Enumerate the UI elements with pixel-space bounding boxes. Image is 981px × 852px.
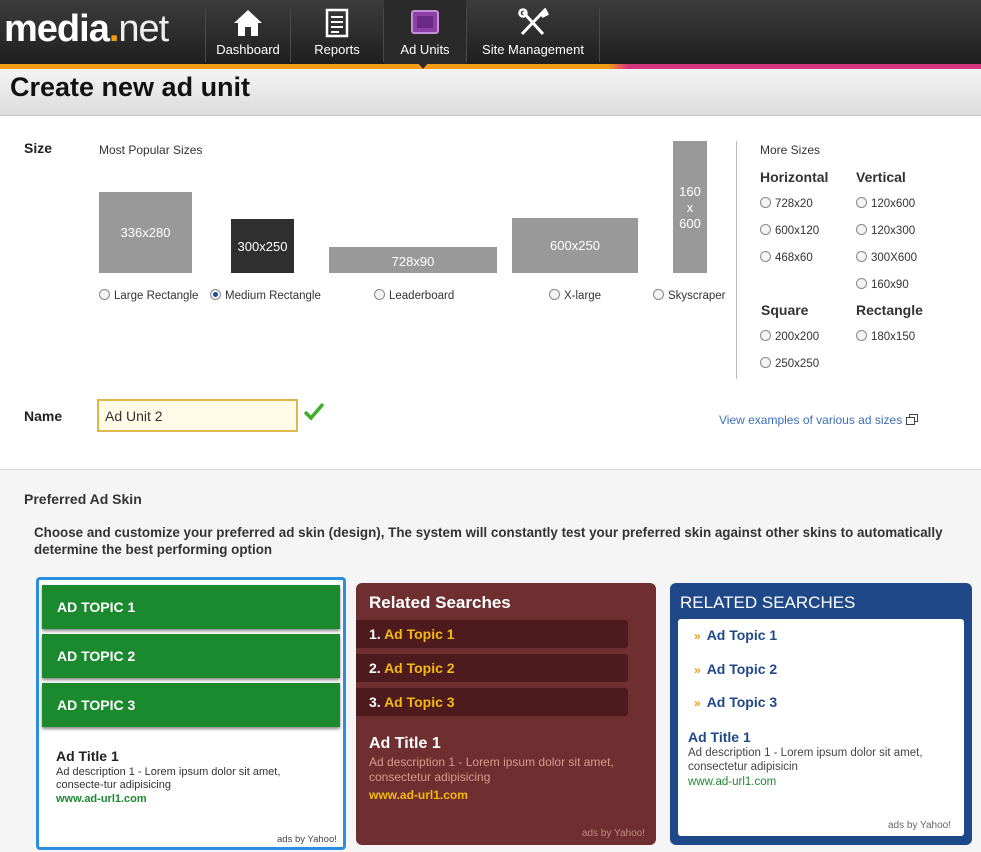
maroon-ad-title: Ad Title 1 xyxy=(369,735,441,752)
radio-button[interactable] xyxy=(549,289,560,300)
blue-ad-panel: » Ad Topic 1 » Ad Topic 2 » Ad Topic 3 Ad T… xyxy=(678,619,964,836)
radio-120x300[interactable]: 120x300 xyxy=(856,224,915,237)
home-icon xyxy=(234,10,262,36)
nav-ad-units[interactable]: Ad Units xyxy=(384,0,466,64)
blue-ad-url: www.ad-url1.com xyxy=(688,776,777,788)
green-ad-title: Ad Title 1 xyxy=(56,748,119,764)
more-sizes-label: More Sizes xyxy=(760,143,821,157)
size-label: Size xyxy=(24,140,53,156)
radio-button[interactable] xyxy=(653,289,664,300)
green-ad-topic: AD TOPIC 3 xyxy=(42,683,340,727)
maroon-ad-topic: 3. Ad Topic 3 xyxy=(356,688,628,716)
blue-ad-topic: » Ad Topic 1 xyxy=(694,627,778,643)
green-ad-topic: AD TOPIC 2 xyxy=(42,634,340,678)
size-box-160x600[interactable]: 160 x 600 xyxy=(673,141,707,273)
maroon-ad-topic: 1. Ad Topic 1 xyxy=(356,620,628,648)
blue-ad-title: Ad Title 1 xyxy=(688,729,751,745)
radio-200x200[interactable]: 200x200 xyxy=(760,330,819,343)
radio-skyscraper[interactable]: Skyscraper xyxy=(653,289,726,302)
radio-button[interactable] xyxy=(856,224,867,235)
ad-skin-blue[interactable]: RELATED SEARCHES » Ad Topic 1 » Ad Topic 2… xyxy=(670,583,972,845)
radio-button[interactable] xyxy=(374,289,385,300)
radio-button[interactable] xyxy=(856,278,867,289)
size-box-300x250[interactable]: 300x250 xyxy=(231,219,294,273)
monitor-icon xyxy=(411,10,439,34)
size-box-728x90[interactable]: 728x90 xyxy=(329,247,497,273)
nav-site-management-label: Site Management xyxy=(482,42,584,57)
radio-x-large[interactable]: X-large xyxy=(549,289,601,302)
view-examples-link[interactable]: View examples of various ad sizes xyxy=(719,413,918,427)
medianet-logo[interactable]: media.net xyxy=(4,8,169,51)
radio-button[interactable] xyxy=(760,224,771,235)
square-heading: Square xyxy=(761,302,809,318)
nav-dashboard[interactable]: Dashboard xyxy=(206,0,290,64)
document-icon xyxy=(325,8,349,38)
size-box-336x280[interactable]: 336x280 xyxy=(99,192,192,273)
rectangle-heading: Rectangle xyxy=(856,302,923,318)
green-ad-credit: ads by Yahoo! xyxy=(277,834,337,845)
nav-reports[interactable]: Reports xyxy=(291,0,383,64)
radio-250x250[interactable]: 250x250 xyxy=(760,357,819,370)
checkmark-icon xyxy=(303,402,325,421)
popular-sizes-label: Most Popular Sizes xyxy=(99,143,203,157)
radio-button[interactable] xyxy=(760,251,771,262)
maroon-ad-topic: 2. Ad Topic 2 xyxy=(356,654,628,682)
active-tab-caret xyxy=(417,62,429,69)
blue-ad-description: Ad description 1 - Lorem ipsum dolor sit… xyxy=(688,747,923,773)
vertical-heading: Vertical xyxy=(856,169,906,185)
green-ad-url: www.ad-url1.com xyxy=(56,793,147,805)
nav-dashboard-label: Dashboard xyxy=(216,42,280,57)
radio-160x90[interactable]: 160x90 xyxy=(856,278,909,291)
blue-ad-topic: » Ad Topic 3 xyxy=(694,694,778,710)
maroon-ad-url: www.ad-url1.com xyxy=(369,788,468,802)
radio-600x120[interactable]: 600x120 xyxy=(760,224,819,237)
radio-button[interactable] xyxy=(856,251,867,262)
radio-button[interactable] xyxy=(760,330,771,341)
ad-skin-maroon[interactable]: Related Searches 1. Ad Topic 1 2. Ad Top… xyxy=(356,583,656,845)
radio-button[interactable] xyxy=(856,330,867,341)
radio-728x20[interactable]: 728x20 xyxy=(760,197,813,210)
name-label: Name xyxy=(24,408,63,424)
radio-button[interactable] xyxy=(760,197,771,208)
maroon-ad-credit: ads by Yahoo! xyxy=(582,828,646,839)
radio-button[interactable] xyxy=(856,197,867,208)
radio-medium-rectangle[interactable]: Medium Rectangle xyxy=(210,289,321,302)
preferred-ad-skin-label: Preferred Ad Skin xyxy=(24,491,142,507)
radio-button[interactable] xyxy=(760,357,771,368)
nav-separator xyxy=(599,8,600,62)
radio-large-rectangle[interactable]: Large Rectangle xyxy=(99,289,198,302)
radio-300x600[interactable]: 300X600 xyxy=(856,251,917,264)
radio-120x600[interactable]: 120x600 xyxy=(856,197,915,210)
horizontal-heading: Horizontal xyxy=(760,169,829,185)
ad-skin-green[interactable]: AD TOPIC 1 AD TOPIC 2 AD TOPIC 3 Ad Titl… xyxy=(36,577,346,850)
ad-skin-description: Choose and customize your preferred ad s… xyxy=(34,525,943,557)
green-ad-topic: AD TOPIC 1 xyxy=(42,585,340,629)
radio-button-selected[interactable] xyxy=(210,289,221,300)
external-window-icon xyxy=(905,414,918,425)
page-title: Create new ad unit xyxy=(10,72,251,102)
size-box-600x250[interactable]: 600x250 xyxy=(512,218,638,273)
maroon-heading: Related Searches xyxy=(369,593,511,612)
blue-heading: RELATED SEARCHES xyxy=(680,593,856,612)
vertical-divider xyxy=(736,141,737,379)
ad-unit-name-input[interactable] xyxy=(97,399,298,432)
tools-icon xyxy=(518,8,549,36)
blue-ad-credit: ads by Yahoo! xyxy=(888,820,952,831)
nav-ad-units-label: Ad Units xyxy=(400,42,450,57)
nav-reports-label: Reports xyxy=(314,42,360,57)
radio-468x60[interactable]: 468x60 xyxy=(760,251,813,264)
radio-180x150[interactable]: 180x150 xyxy=(856,330,915,343)
nav-site-management[interactable]: Site Management xyxy=(467,0,599,64)
blue-ad-topic: » Ad Topic 2 xyxy=(694,661,778,677)
radio-button[interactable] xyxy=(99,289,110,300)
maroon-ad-description: Ad description 1 - Lorem ipsum dolor sit… xyxy=(369,755,614,784)
green-ad-description: Ad description 1 - Lorem ipsum dolor sit… xyxy=(56,766,281,791)
radio-leaderboard[interactable]: Leaderboard xyxy=(374,289,454,302)
